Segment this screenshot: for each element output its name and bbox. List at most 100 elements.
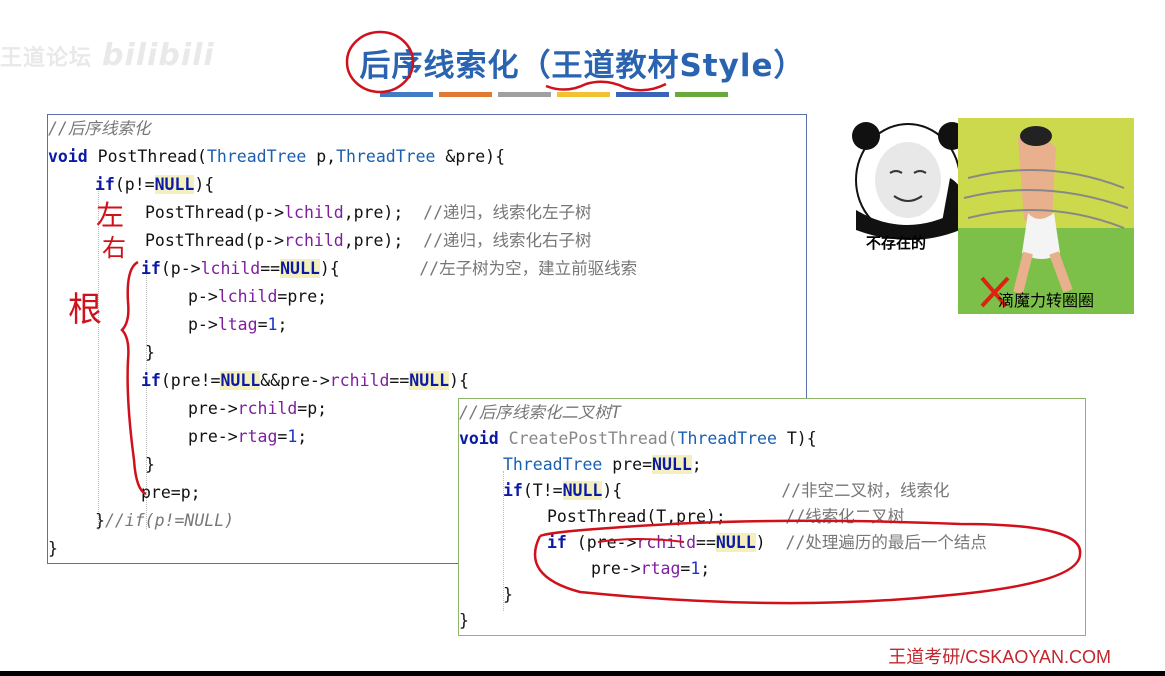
code-comment: //if(p!=NULL) [104, 511, 235, 530]
keyword: if [141, 259, 161, 278]
null-keyword: NULL [280, 259, 320, 278]
title-color-bars [380, 92, 728, 97]
slide: 王道论坛 bilibili 后序线索化（王道教材Style） //后序线索化 vo… [0, 0, 1165, 671]
code-line: pre=p; [141, 479, 201, 507]
field-name: lchild [200, 259, 261, 278]
code-comment: //非空二叉树，线索化 [781, 481, 950, 500]
code-comment: //递归，线索化左子树 [423, 203, 592, 222]
field-name: rchild [237, 399, 298, 418]
code-text: pre-> [188, 399, 238, 418]
code-text: ; [700, 559, 711, 578]
null-keyword: NULL [652, 455, 692, 474]
code-comment: //递归，线索化右子树 [423, 231, 592, 250]
spinning-character-meme [958, 118, 1134, 314]
meme-caption: 滴魔力转圈圈 [998, 291, 1095, 310]
color-bar [557, 92, 610, 97]
code-line: }//if(p!=NULL) [95, 507, 234, 535]
video-bottom-bar [0, 671, 1165, 676]
color-bar [498, 92, 551, 97]
field-name: rtag [237, 427, 278, 446]
null-keyword: NULL [715, 533, 756, 552]
null-keyword: NULL [220, 371, 261, 390]
code-line: pre->rtag=1; [188, 423, 307, 451]
code-text: ,pre); [343, 203, 424, 222]
code-line: ThreadTree pre=NULL; [503, 451, 702, 479]
code-line: PostThread(T,pre); //线索化二叉树 [547, 503, 904, 531]
code-text: ,pre); [343, 231, 424, 250]
code-text: PostThread(p-> [145, 231, 285, 250]
code-line: } [459, 607, 469, 635]
code-text: ){ [319, 259, 420, 278]
code-comment: //后序线索化 [48, 119, 151, 138]
null-keyword: NULL [409, 371, 450, 390]
code-line: } [145, 451, 155, 479]
code-line: if(p->lchild==NULL){ //左子树为空，建立前驱线索 [141, 255, 637, 283]
indent-guide [98, 185, 99, 530]
code-text: &&pre-> [260, 371, 330, 390]
code-text: = [277, 427, 288, 446]
field-name: rchild [636, 533, 697, 552]
keyword: if [503, 481, 523, 500]
code-text: pre= [602, 455, 653, 474]
code-text: PostThread(p-> [145, 203, 285, 222]
code-line: if(T!=NULL){ //非空二叉树，线索化 [503, 477, 950, 505]
code-line: if(pre!=NULL&&pre->rchild==NULL){ [141, 367, 469, 395]
code-text: } [145, 455, 155, 474]
field-name: rchild [284, 231, 344, 250]
code-text: =pre; [277, 287, 328, 306]
code-line: p->ltag=1; [188, 311, 287, 339]
code-text: } [459, 611, 469, 630]
color-bar [616, 92, 669, 97]
code-line: void CreatePostThread(ThreadTree T){ [459, 425, 817, 453]
slide-title: 后序线索化（王道教材Style） [359, 48, 806, 84]
keyword: if [547, 533, 567, 552]
code-text: (T!= [522, 481, 563, 500]
null-keyword: NULL [154, 175, 195, 194]
code-text: == [260, 259, 281, 278]
code-line: void PostThread(ThreadTree p,ThreadTree … [48, 143, 505, 171]
color-bar [439, 92, 492, 97]
code-text: PostThread( [87, 147, 207, 166]
code-line: } [503, 581, 513, 609]
code-text: pre-> [591, 559, 641, 578]
code-line: p->lchild=pre; [188, 283, 327, 311]
code-text: = [680, 559, 691, 578]
code-line: } [145, 339, 155, 367]
footer-brand: 王道考研/CSKAOYAN.COM [888, 647, 1111, 667]
code-text: ; [691, 455, 702, 474]
code-text: } [48, 539, 58, 558]
code-line: pre->rchild=p; [188, 395, 327, 423]
code-text: ){ [602, 481, 782, 500]
keyword: if [95, 175, 115, 194]
code-text: CreatePostThread( [498, 429, 678, 448]
code-text: } [145, 343, 155, 362]
keyword: void [459, 429, 499, 448]
code-text: (pre-> [566, 533, 637, 552]
number-literal: 1 [690, 559, 701, 578]
code-comment: //后序线索化二叉树T [459, 403, 621, 422]
create-post-thread-code-box: //后序线索化二叉树T void CreatePostThread(Thread… [458, 398, 1086, 636]
type-name: ThreadTree [206, 147, 307, 166]
code-line: if(p!=NULL){ [95, 171, 214, 199]
code-text: ; [277, 315, 288, 334]
code-text: (pre!= [160, 371, 221, 390]
color-bar [675, 92, 728, 97]
code-text: == [389, 371, 410, 390]
field-name: lchild [217, 287, 278, 306]
code-text: (p-> [160, 259, 201, 278]
type-name: ThreadTree [336, 147, 436, 166]
field-name: ltag [217, 315, 258, 334]
code-text: } [503, 585, 513, 604]
code-text: ){ [194, 175, 215, 194]
code-text: (p!= [114, 175, 155, 194]
code-line: PostThread(p->lchild,pre); //递归，线索化左子树 [145, 199, 592, 227]
code-text: ){ [449, 371, 469, 390]
code-text: pre-> [188, 427, 238, 446]
code-line: //后序线索化 [48, 115, 150, 143]
code-line: pre->rtag=1; [591, 555, 710, 583]
code-text: &pre){ [435, 147, 506, 166]
code-text: T){ [776, 429, 817, 448]
number-literal: 1 [287, 427, 298, 446]
code-line: //后序线索化二叉树T [459, 399, 621, 427]
color-bar [380, 92, 433, 97]
